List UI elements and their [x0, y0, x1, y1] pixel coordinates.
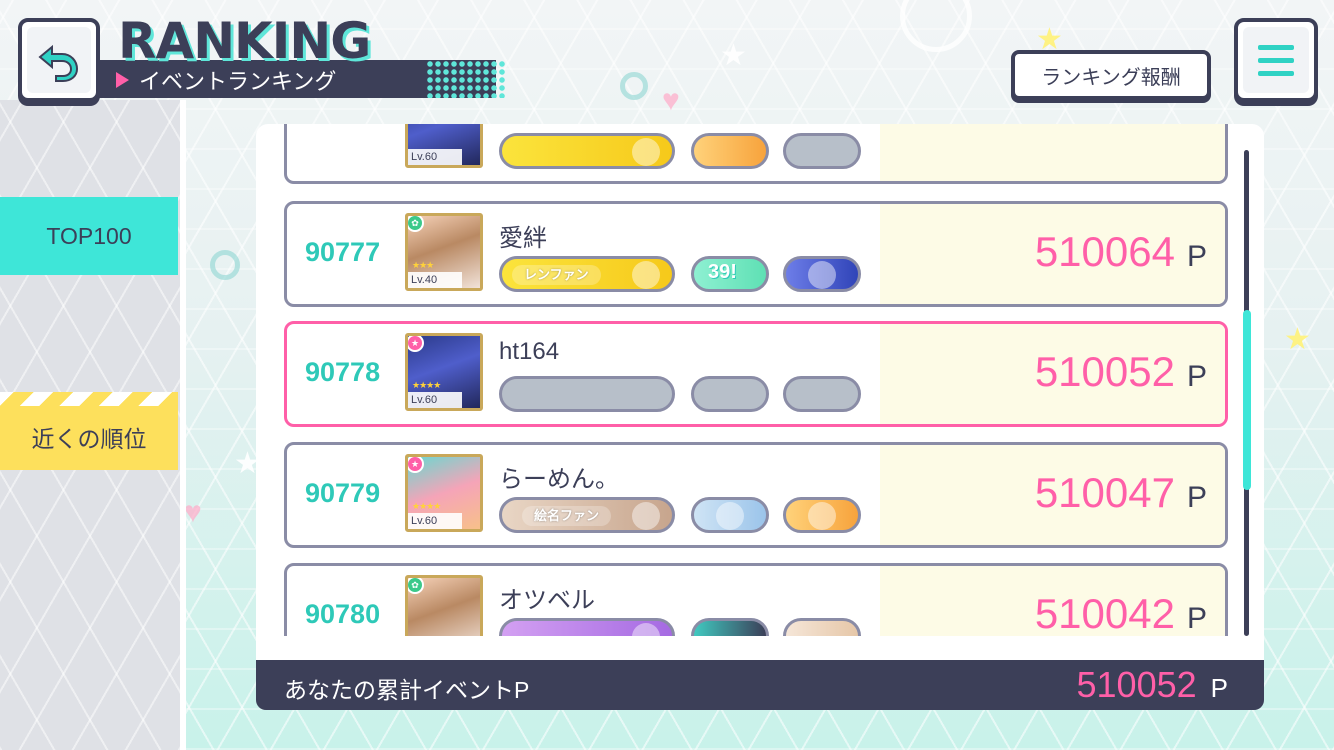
- rank-number: 90778: [305, 357, 381, 387]
- tab-nearby-rank-label: 近くの順位: [31, 426, 147, 452]
- sticker-slot-empty: [691, 376, 769, 412]
- fan-badge-slot: 絵名ファン: [499, 497, 675, 533]
- star-icon: ★: [720, 39, 747, 72]
- ranking-panel: Lv.60 90777 ✿ ★★★ Lv.40 愛絆 レンファン 39! 510…: [256, 124, 1264, 660]
- player-level: Lv.60: [408, 149, 462, 165]
- character-slot-empty: [783, 376, 861, 412]
- player-name: らーめん。: [499, 466, 619, 493]
- star-icon: ★: [1284, 323, 1311, 356]
- total-points: 510052 P: [1077, 664, 1228, 706]
- score-unit: P: [1186, 602, 1207, 635]
- page-title: RANKING: [118, 12, 371, 70]
- star-badge-icon: ★: [408, 336, 424, 352]
- star-badge-icon: ★: [408, 457, 424, 473]
- sticker-text: 39!: [708, 261, 737, 283]
- page-subtitle: イベントランキング: [116, 64, 336, 96]
- decor-ring: [210, 250, 240, 280]
- score-value: 510042: [1034, 590, 1175, 636]
- hamburger-menu-icon: [1243, 27, 1309, 93]
- player-avatar: ★ ★★★★ Lv.60: [405, 333, 483, 411]
- decor-ring: [620, 72, 648, 100]
- sticker-slot: [691, 133, 769, 169]
- back-button[interactable]: [18, 18, 100, 102]
- heart-icon: ♥: [662, 84, 680, 117]
- player-avatar: ✿ ★★★ Lv.40: [405, 213, 483, 291]
- player-avatar: ★ ★★★★ Lv.60: [405, 454, 483, 532]
- fan-badge-label: レンファン: [512, 265, 601, 285]
- fan-badge-slot: レンファン: [499, 256, 675, 292]
- ranking-row[interactable]: Lv.60: [284, 124, 1228, 184]
- rarity-stars: ★★★★: [412, 501, 441, 511]
- ranking-list[interactable]: Lv.60 90777 ✿ ★★★ Lv.40 愛絆 レンファン 39! 510…: [284, 124, 1228, 636]
- score-unit: P: [1186, 481, 1207, 514]
- leaf-badge-icon: ✿: [408, 216, 424, 232]
- score-value: 510064: [1034, 228, 1175, 275]
- tab-nearby-rank[interactable]: 近くの順位: [0, 392, 178, 470]
- score: 510047 P: [1035, 469, 1207, 517]
- ranking-reward-button[interactable]: ランキング報酬: [1011, 50, 1211, 100]
- player-level: Lv.60: [408, 392, 462, 408]
- score: 510042 P: [1035, 590, 1207, 636]
- character-slot: [691, 618, 769, 636]
- back-arrow-icon: [38, 44, 79, 82]
- tab-top100-label: TOP100: [46, 222, 132, 249]
- rank-number: 90777: [305, 237, 381, 267]
- rarity-stars: ★★★★: [412, 380, 441, 390]
- character-slot: [691, 497, 769, 533]
- player-name: 愛絆: [499, 225, 547, 252]
- player-name: ht164: [499, 338, 560, 365]
- scrollbar-thumb[interactable]: [1243, 310, 1251, 490]
- rank-number: 90780: [305, 599, 381, 629]
- fan-badge-slot: [499, 133, 675, 169]
- player-level: Lv.40: [408, 272, 462, 288]
- page-subtitle-text: イベントランキング: [139, 69, 337, 94]
- total-points-unit: P: [1210, 673, 1228, 703]
- leaf-badge-icon: ✿: [408, 578, 424, 594]
- tab-top100[interactable]: TOP100: [0, 197, 178, 275]
- character-slot: [783, 133, 861, 169]
- rank-number: 90779: [305, 478, 381, 508]
- ranking-row[interactable]: 90777 ✿ ★★★ Lv.40 愛絆 レンファン 39! 510064 P: [284, 201, 1228, 307]
- rarity-stars: ★★★: [412, 260, 434, 270]
- total-points-label: あなたの累計イベントP: [284, 677, 530, 703]
- fan-badge-slot-empty: [499, 376, 675, 412]
- decor-ring: [900, 0, 972, 52]
- player-avatar: ✿ ★★★: [405, 575, 483, 636]
- total-points-bar: あなたの累計イベントP 510052 P: [256, 660, 1264, 710]
- heart-icon: ♥: [184, 496, 202, 529]
- score-unit: P: [1186, 360, 1207, 393]
- ranking-row-self[interactable]: 90778 ★ ★★★★ Lv.60 ht164 510052 P: [284, 321, 1228, 427]
- character-slot: [783, 618, 861, 636]
- character-slot: [783, 256, 861, 292]
- sticker-slot: 39!: [691, 256, 769, 292]
- fan-badge-slot: [499, 618, 675, 636]
- total-points-value: 510052: [1076, 664, 1197, 705]
- player-level: Lv.60: [408, 513, 462, 529]
- score: 510064 P: [1035, 228, 1207, 276]
- ranking-row[interactable]: 90780 ✿ ★★★ オツベル 510042 P: [284, 563, 1228, 636]
- player-avatar: Lv.60: [405, 124, 483, 168]
- play-triangle-icon: [116, 72, 129, 88]
- score-value: 510052: [1034, 348, 1175, 395]
- score-unit: P: [1186, 240, 1207, 273]
- fan-badge-label: 絵名ファン: [522, 506, 612, 526]
- score-value: 510047: [1034, 469, 1175, 516]
- player-name: オツベル: [499, 587, 595, 614]
- ranking-row[interactable]: 90779 ★ ★★★★ Lv.60 らーめん。 絵名ファン 510047 P: [284, 442, 1228, 548]
- character-slot: [783, 497, 861, 533]
- menu-button[interactable]: [1234, 18, 1318, 102]
- score: 510052 P: [1035, 348, 1207, 396]
